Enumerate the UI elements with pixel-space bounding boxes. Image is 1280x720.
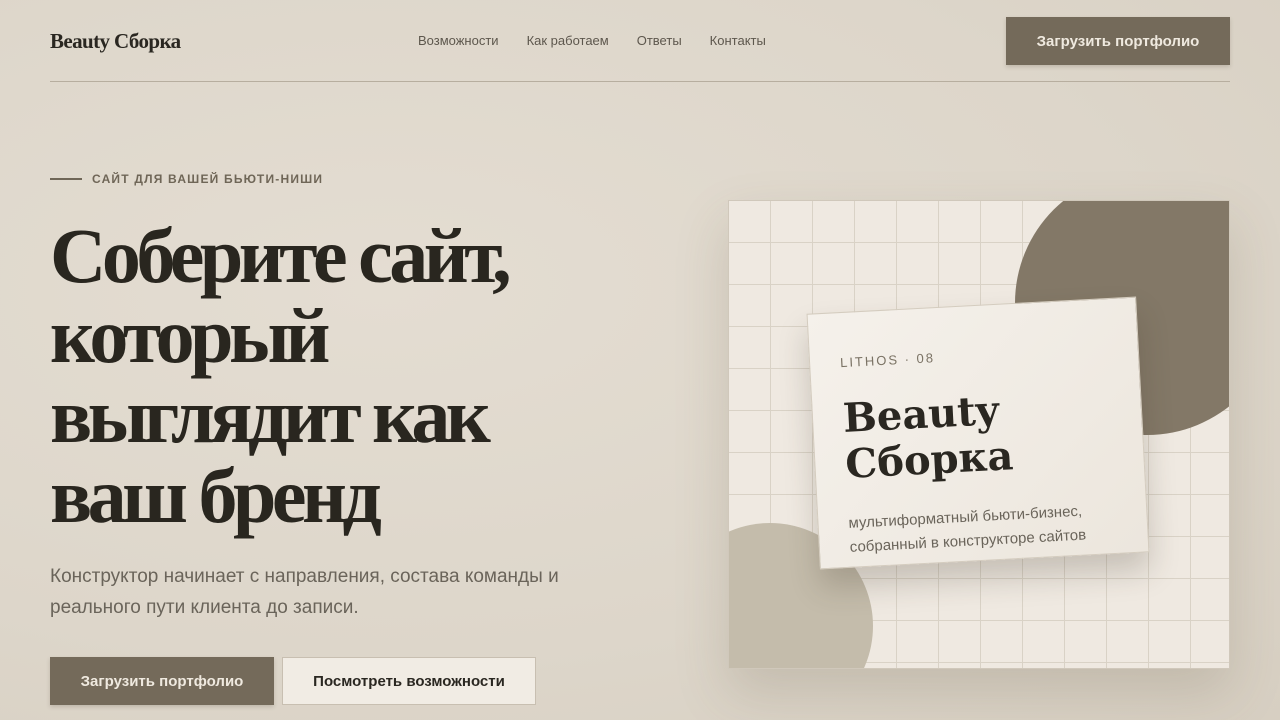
hero-actions: Загрузить портфолио Посмотреть возможнос… [50, 657, 536, 705]
site-logo[interactable]: Beauty Сборка [50, 29, 181, 54]
hero-title-line: выглядит как [50, 372, 491, 459]
site-header: Beauty Сборка Возможности Как работаем О… [50, 0, 1230, 82]
hero-title: Соберите сайт, который выглядит как ваш … [50, 216, 610, 536]
upload-portfolio-button[interactable]: Загрузить портфолио [50, 657, 274, 705]
eyebrow-divider [50, 178, 82, 180]
hero-title-line: который [50, 292, 330, 379]
card-title: Beauty Сборка [842, 382, 1114, 488]
preview-frame: LITHOS · 08 Beauty Сборка мультиформатны… [728, 200, 1230, 669]
nav-link-contacts[interactable]: Контакты [710, 33, 766, 48]
hero-eyebrow: САЙТ ДЛЯ ВАШЕЙ БЬЮТИ-НИШИ [50, 172, 323, 186]
nav-link-features[interactable]: Возможности [418, 33, 499, 48]
nav-link-how-we-work[interactable]: Как работаем [527, 33, 609, 48]
hero-title-line: ваш бренд [50, 452, 382, 539]
nav-link-answers[interactable]: Ответы [637, 33, 682, 48]
eyebrow-text: САЙТ ДЛЯ ВАШЕЙ БЬЮТИ-НИШИ [92, 172, 324, 186]
header-upload-portfolio-button[interactable]: Загрузить портфолио [1006, 17, 1230, 65]
hero-title-line: Соберите сайт, [50, 212, 512, 299]
card-description: мультиформатный бьюти-бизнес, собранный … [848, 502, 1087, 556]
main-nav: Возможности Как работаем Ответы Контакты [418, 33, 766, 48]
view-features-button[interactable]: Посмотреть возможности [282, 657, 536, 705]
hero-subtitle: Конструктор начинает с направления, сост… [50, 566, 559, 618]
brand-preview-card: LITHOS · 08 Beauty Сборка мультиформатны… [806, 296, 1150, 570]
card-kicker: LITHOS · 08 [839, 350, 936, 371]
